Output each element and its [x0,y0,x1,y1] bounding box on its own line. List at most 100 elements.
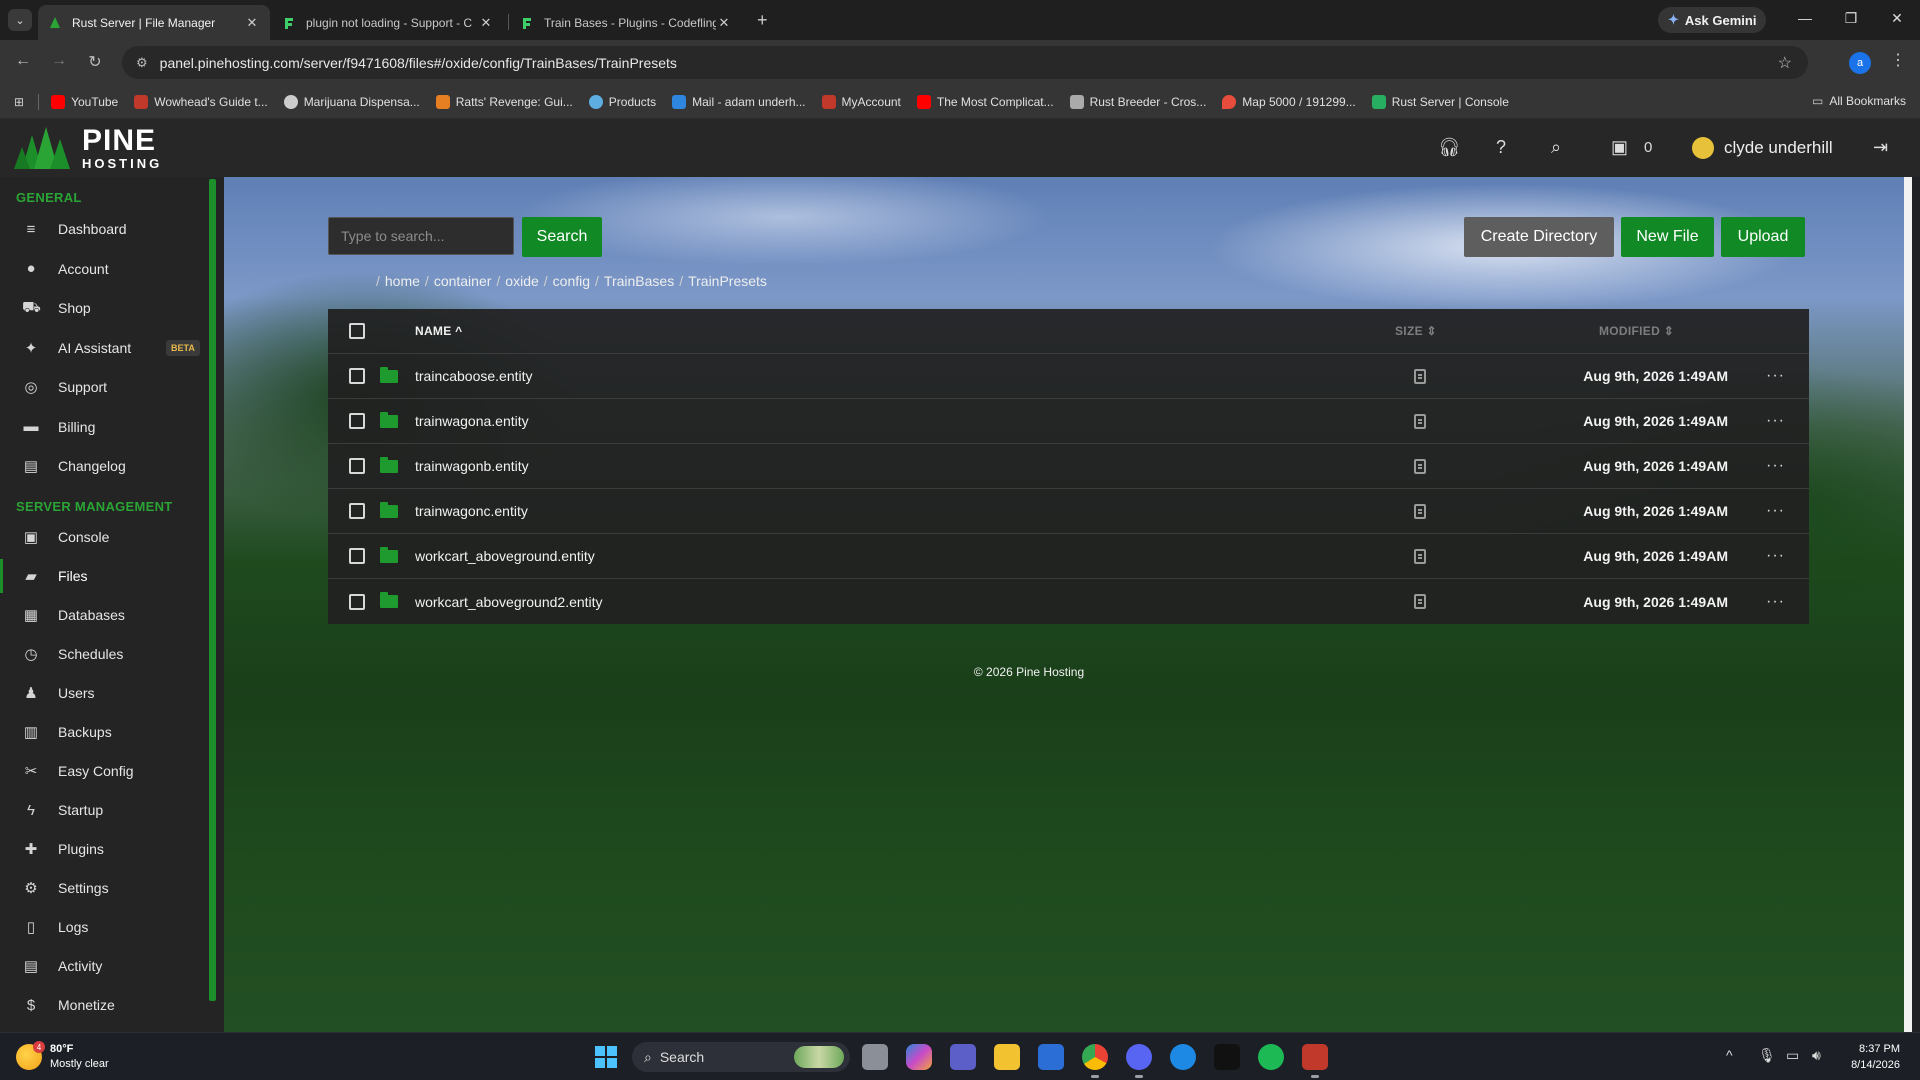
row-checkbox[interactable] [349,458,365,474]
close-window-icon[interactable]: ✕ [1882,10,1912,27]
bookmark-youtube[interactable]: YouTube [51,94,118,109]
sidebar-item-activity[interactable]: ▤ Activity [0,949,210,983]
headset-support-icon[interactable]: 🎧︎ [1438,137,1461,158]
sidebar-item-plugins[interactable]: ✚ Plugins [0,832,210,866]
file-explorer-icon[interactable] [994,1044,1020,1070]
windows-start-icon[interactable] [593,1044,619,1070]
profile-avatar[interactable]: a [1849,52,1871,74]
breadcrumb-container[interactable]: container [434,273,492,289]
close-tab-icon[interactable]: ✕ [716,15,732,31]
file-name[interactable]: trainwagonb.entity [415,458,529,474]
table-row[interactable]: trainwagona.entity Aug 9th, 2026 1:49AM ··… [328,399,1809,444]
row-checkbox[interactable] [349,593,365,610]
copilot-icon[interactable] [906,1044,932,1070]
sidebar-item-console[interactable]: ▣ Console [0,520,210,554]
restore-icon[interactable]: ❐ [1836,10,1866,27]
bookmark-most-complicated[interactable]: The Most Complicat... [916,94,1054,109]
row-checkbox[interactable] [349,413,365,429]
bookmark-myaccount[interactable]: MyAccount [821,94,901,109]
column-modified-header[interactable]: MODIFIED ⇕ [1599,324,1674,338]
task-view-icon[interactable] [862,1044,888,1070]
sidebar-item-schedules[interactable]: ◷ Schedules [0,637,210,671]
sidebar-item-billing[interactable]: ▬ Billing [0,410,210,444]
upload-button[interactable]: Upload [1721,217,1805,257]
row-actions-icon[interactable]: ··· [1766,502,1785,520]
tab-file-manager[interactable]: Rust Server | File Manager ✕ [38,5,270,40]
table-row[interactable]: workcart_aboveground2.entity Aug 9th, 202… [328,579,1809,624]
row-actions-icon[interactable]: ··· [1766,593,1785,611]
copilot-app-icon[interactable] [1170,1044,1196,1070]
sidebar-item-ai-assistant[interactable]: ✦ AI Assistant BETA [0,331,210,365]
search-button[interactable]: Search [522,217,602,257]
create-directory-button[interactable]: Create Directory [1464,217,1614,257]
bookmark-products[interactable]: Products [588,94,656,109]
sidebar-item-dashboard[interactable]: ≡ Dashboard [0,212,210,246]
capcut-icon[interactable] [1214,1044,1240,1070]
sidebar-scrollbar[interactable] [209,179,216,1001]
bookmark-map[interactable]: Map 5000 / 191299... [1222,94,1356,109]
help-icon[interactable]: ? [1496,137,1506,158]
file-name[interactable]: trainwagonc.entity [415,503,528,519]
table-row[interactable]: traincaboose.entity Aug 9th, 2026 1:49AM ·… [328,354,1809,399]
breadcrumb-config[interactable]: config [553,273,590,289]
table-row[interactable]: workcart_aboveground.entity Aug 9th, 2026… [328,534,1809,579]
new-tab-button[interactable]: + [757,10,768,31]
search-icon[interactable]: ⌕ [1551,137,1561,158]
microphone-icon[interactable]: 🎙︎ [1758,1047,1776,1064]
bookmark-mail[interactable]: Mail - adam underh... [672,94,806,109]
breadcrumb-oxide[interactable]: oxide [505,273,538,289]
discord-icon[interactable] [1126,1044,1152,1078]
rust-game-icon[interactable] [1302,1044,1328,1078]
pine-hosting-logo[interactable]: PINE HOSTING [12,125,162,171]
breadcrumb-home[interactable]: home [385,273,420,289]
row-actions-icon[interactable]: ··· [1766,457,1785,475]
logout-icon[interactable]: ⇥ [1873,137,1888,158]
microsoft-store-icon[interactable] [1038,1044,1064,1070]
bookmark-star-icon[interactable]: ☆ [1778,53,1792,73]
tab-search-button[interactable]: ⌄ [8,9,32,31]
sidebar-item-databases[interactable]: ▦ Databases [0,598,210,632]
close-tab-icon[interactable]: ✕ [478,15,494,31]
file-name[interactable]: traincaboose.entity [415,368,533,384]
sidebar-item-account[interactable]: ● Account [0,252,210,286]
column-size-header[interactable]: SIZE ⇕ [1395,324,1437,338]
bookmark-rust-breeder[interactable]: Rust Breeder - Cros... [1069,94,1206,109]
table-row[interactable]: trainwagonb.entity Aug 9th, 2026 1:49AM ··… [328,444,1809,489]
row-checkbox[interactable] [349,548,365,564]
breadcrumb-trainbases[interactable]: TrainBases [604,273,674,289]
table-row[interactable]: trainwagonc.entity Aug 9th, 2026 1:49AM ··… [328,489,1809,534]
new-file-button[interactable]: New File [1621,217,1714,257]
file-name[interactable]: trainwagona.entity [415,413,529,429]
browser-menu-icon[interactable]: ⋮ [1890,50,1906,70]
row-actions-icon[interactable]: ··· [1766,367,1785,385]
column-name-header[interactable]: NAME ^ [415,324,462,338]
sidebar-item-backups[interactable]: ▥ Backups [0,715,210,749]
sidebar-item-users[interactable]: ♟ Users [0,676,210,710]
file-search-input[interactable] [328,217,514,255]
row-checkbox[interactable] [349,368,365,384]
select-all-checkbox[interactable] [349,323,365,339]
tickets-icon[interactable]: ▣ [1611,137,1628,158]
tab-train-bases[interactable]: Train Bases - Plugins - Codefling ✕ [510,5,742,40]
tray-overflow-icon[interactable]: ^ [1726,1047,1733,1063]
tab-plugin-support[interactable]: plugin not loading - Support - C ✕ [272,5,504,40]
chrome-icon[interactable] [1082,1044,1108,1078]
all-bookmarks-button[interactable]: ▭ All Bookmarks [1812,94,1906,108]
sidebar-item-support[interactable]: ◎ Support [0,370,210,404]
taskbar-clock[interactable]: 8:37 PM 8/14/2026 [1851,1041,1900,1073]
back-icon[interactable]: ← [12,52,34,70]
volume-icon[interactable]: 🔊︎ [1812,1047,1821,1064]
bookmark-rust-console[interactable]: Rust Server | Console [1371,94,1509,109]
bookmark-wowhead[interactable]: Wowhead's Guide t... [134,94,268,109]
bookmark-dispensary[interactable]: Marijuana Dispensa... [283,94,420,109]
network-icon[interactable]: ▭ [1786,1047,1799,1064]
spotify-icon[interactable] [1258,1044,1284,1070]
row-actions-icon[interactable]: ··· [1766,547,1785,565]
sidebar-item-monetize[interactable]: $ Monetize [0,988,210,1022]
sidebar-item-shop[interactable]: ⛟ Shop [0,291,210,325]
forward-icon[interactable]: → [48,52,70,70]
file-name[interactable]: workcart_aboveground2.entity [415,594,603,610]
taskbar-search[interactable]: ⌕ Search [632,1042,850,1072]
site-info-icon[interactable]: ⚙ [136,55,148,71]
user-menu[interactable]: clyde underhill [1692,137,1833,159]
